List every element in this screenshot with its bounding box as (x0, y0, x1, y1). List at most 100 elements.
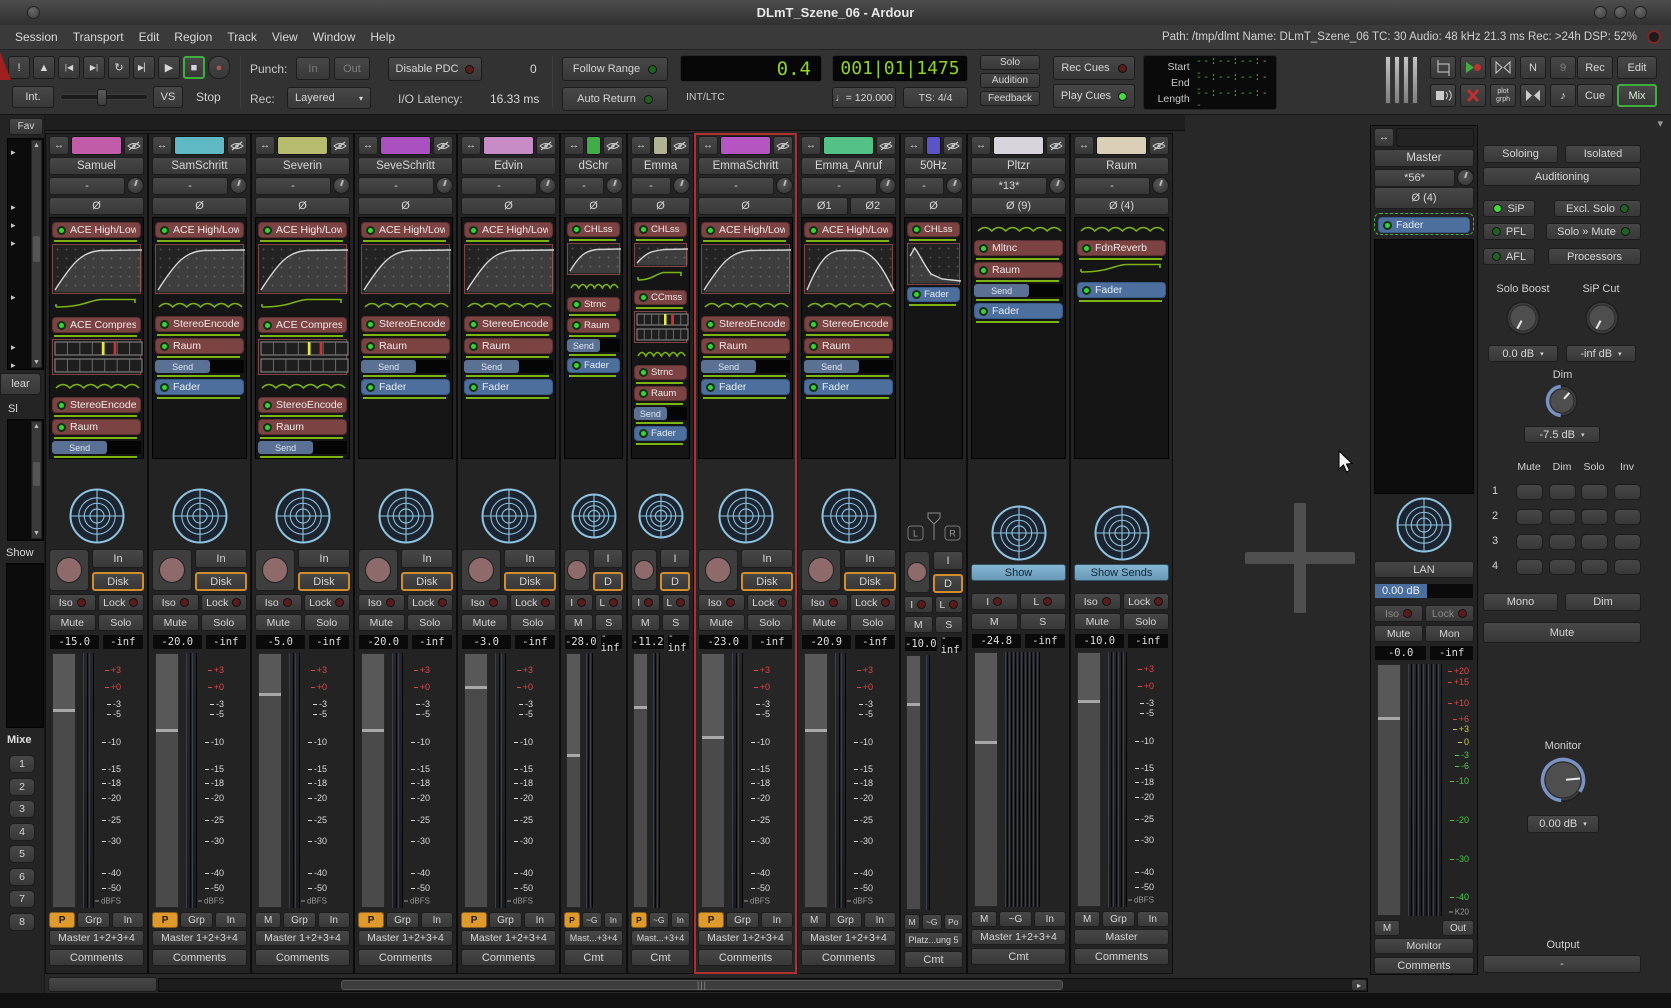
route-input-button[interactable]: In (1034, 911, 1066, 927)
cancel-solo-icon[interactable] (1460, 84, 1486, 107)
group-button[interactable]: Grp (283, 912, 315, 928)
window-minimize-button[interactable] (1594, 6, 1607, 19)
send-row[interactable]: Send (634, 407, 687, 420)
tempo-button[interactable]: ♩= 120.000 (832, 87, 896, 108)
play-record-icon[interactable] (1460, 56, 1486, 79)
group-button[interactable]: ~G (649, 912, 669, 928)
plugin-processor[interactable]: ACE High/Low Pa (155, 222, 244, 238)
tab-favorites[interactable]: Fav (9, 118, 43, 135)
window-maximize-button[interactable] (1614, 6, 1627, 19)
mute-button[interactable]: Mute (358, 614, 405, 631)
strip-width-button[interactable]: ↔ (49, 136, 69, 155)
output-button[interactable]: Platz...ung 5 (904, 932, 963, 948)
solo-isolate-button[interactable]: Iso (1074, 593, 1121, 610)
phase-button[interactable]: Ø (9) (971, 197, 1066, 215)
plugin-processor[interactable]: ACE High/Low Pa (361, 222, 450, 238)
mute-button[interactable]: M (564, 614, 593, 631)
mixer-bottom-corner[interactable] (48, 977, 157, 992)
shuttle-thumb[interactable] (97, 89, 107, 106)
trim-knob[interactable] (606, 177, 623, 194)
matrix-cell-button[interactable] (1516, 484, 1543, 500)
record-arm-button[interactable] (152, 549, 192, 591)
mono-button[interactable]: Mono (1483, 593, 1558, 611)
send-row[interactable]: Send (567, 339, 620, 352)
solo-isolate-button[interactable]: I (631, 594, 660, 611)
rec-page-button[interactable]: Rec (1577, 56, 1613, 79)
plugin-processor[interactable]: ACE High/Low Pa (804, 222, 893, 238)
peak-display[interactable]: -inf (1429, 645, 1474, 661)
group-button[interactable]: ~G (922, 914, 942, 930)
route-input-button[interactable]: In (421, 912, 453, 928)
matrix-cell-button[interactable] (1549, 484, 1576, 500)
hide-strip-icon[interactable] (603, 136, 623, 155)
phase-button[interactable]: Ø (49, 197, 144, 215)
matrix-cell-button[interactable] (1614, 509, 1641, 525)
fader-processor[interactable]: Fader (804, 379, 893, 395)
scrollbar-right-arrow[interactable]: ▸ (1351, 979, 1367, 991)
dim-button[interactable]: Dim (1565, 593, 1641, 611)
strip-width-button[interactable]: ↔ (461, 136, 481, 155)
group-button[interactable]: ~G (999, 911, 1031, 927)
fader-processor[interactable]: Fader (974, 303, 1063, 319)
fader[interactable] (974, 652, 998, 907)
list-item-arrow-icon[interactable]: ▸ (11, 238, 16, 249)
monitor-input-button[interactable]: I (933, 551, 963, 570)
pan-knob[interactable] (49, 488, 144, 544)
monitor-level-value[interactable]: 0.00 dB▾ (1527, 815, 1599, 833)
plugin-processor[interactable]: StereoEncoder (361, 316, 450, 332)
phase-button[interactable]: Ø2 (850, 197, 897, 215)
input-button[interactable]: *13* (971, 177, 1047, 195)
plugin-processor[interactable]: Raum (804, 338, 893, 354)
output-button[interactable]: Mast...+3+4 (631, 930, 690, 946)
peak-display[interactable]: -inf (667, 634, 690, 650)
plugin-processor[interactable]: CHLss (634, 222, 687, 237)
solo-boost-value[interactable]: 0.0 dB▾ (1488, 345, 1558, 362)
input-button[interactable]: - (698, 177, 774, 195)
meter-point-button[interactable]: M (1374, 920, 1400, 936)
strip-color-bar[interactable] (277, 136, 328, 155)
monitor-input-button[interactable]: In (504, 549, 556, 568)
trim-knob[interactable] (946, 177, 963, 194)
solo-lock-button[interactable]: L (662, 594, 691, 611)
monitor-input-button[interactable]: In (195, 549, 247, 568)
gain-display[interactable]: -11.2 (631, 634, 665, 650)
processor-box[interactable]: ACE High/Low PaStereoEncoderRaumSendFade… (358, 217, 453, 459)
monitor-input-button[interactable]: In (92, 549, 144, 568)
group-number-button[interactable]: 2 (9, 778, 35, 796)
out-button[interactable]: Out (1442, 920, 1474, 936)
peak-display[interactable]: -inf (1127, 633, 1169, 649)
monitor-input-button[interactable]: In (401, 549, 453, 568)
output-button[interactable]: Master 1+2+3+4 (461, 930, 556, 946)
strip-width-button[interactable]: ↔ (152, 136, 172, 155)
hide-strip-icon[interactable] (773, 136, 793, 155)
strip-width-button[interactable]: ↔ (904, 136, 924, 155)
eq-curve-display[interactable] (804, 244, 893, 294)
solo-isolate-button[interactable]: I (971, 593, 1018, 610)
punch-range-icon[interactable] (1490, 56, 1516, 79)
meter-point-button[interactable]: M (904, 914, 920, 930)
show-button[interactable]: Show (971, 564, 1066, 581)
solo-lock-button[interactable]: L (935, 596, 964, 613)
stop-button[interactable]: ■ (183, 56, 205, 79)
strip-name-button[interactable]: dSchr (564, 157, 623, 175)
send-row[interactable]: Send (155, 360, 244, 373)
trim-knob[interactable] (879, 177, 896, 194)
peak-display[interactable]: -inf (940, 636, 963, 652)
menu-transport[interactable]: Transport (73, 30, 124, 44)
punch-out-button[interactable]: Out (334, 57, 370, 80)
plugin-processor[interactable]: Raum (634, 386, 687, 401)
solo-isolate-button[interactable]: Iso (152, 594, 199, 611)
comments-button[interactable]: Comments (255, 949, 350, 966)
strip-color-bar[interactable] (174, 136, 225, 155)
processor-box[interactable]: CHLssFader (904, 217, 963, 459)
send-row[interactable]: Send (464, 360, 553, 373)
solo-button[interactable]: Solo (850, 614, 897, 631)
solo-isolate-button[interactable]: Iso (1374, 605, 1423, 622)
solo-button[interactable]: Solo (747, 614, 794, 631)
input-button[interactable]: - (49, 177, 125, 195)
cue-page-button[interactable]: Cue (1577, 84, 1613, 107)
collapse-chevron-icon[interactable]: ▾ (1657, 117, 1663, 130)
solo-button[interactable]: Solo (1123, 613, 1170, 630)
solo-lock-button[interactable]: Lock (407, 594, 454, 611)
strip-name-button[interactable]: Edvin (461, 157, 556, 175)
